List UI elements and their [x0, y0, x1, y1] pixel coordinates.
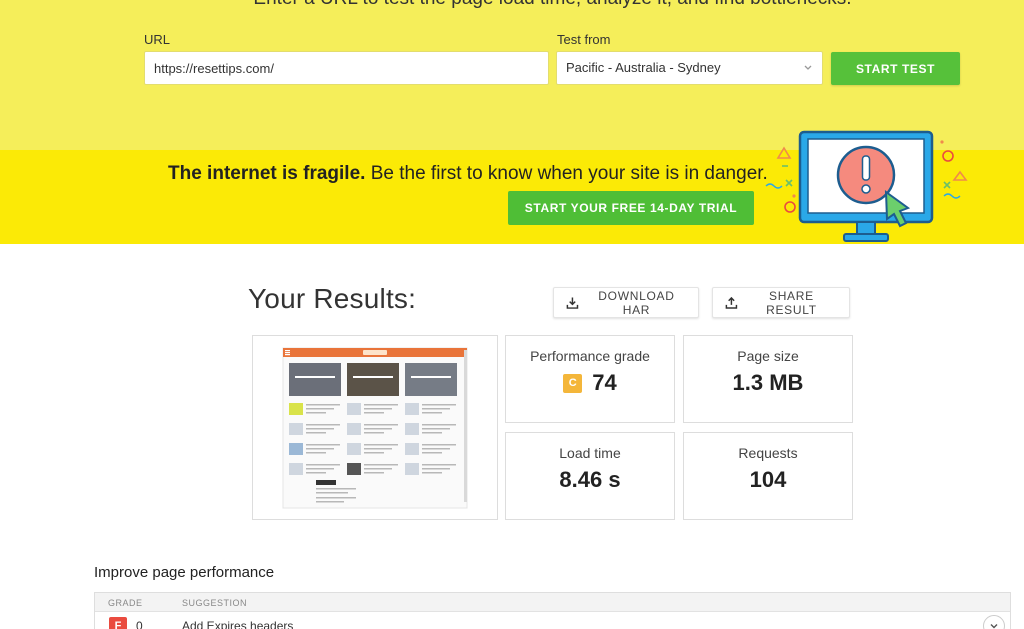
chevron-down-icon — [804, 65, 812, 70]
chevron-down-icon — [990, 624, 998, 629]
test-location-select[interactable]: Pacific - Australia - Sydney — [556, 51, 823, 85]
promo-text: The internet is fragile. Be the first to… — [168, 163, 768, 185]
download-har-button[interactable]: DOWNLOAD HAR — [553, 287, 699, 318]
load-time-label: Load time — [559, 445, 621, 461]
results-title: Your Results: — [248, 283, 417, 314]
performance-grade-label: Performance grade — [530, 348, 650, 364]
url-label: URL — [144, 32, 171, 47]
share-icon — [725, 296, 738, 309]
row-grade-badge: F — [109, 617, 127, 629]
requests-card: Requests 104 — [683, 432, 853, 520]
alert-monitor-illustration — [765, 130, 968, 242]
row-score: 0 — [136, 619, 143, 629]
share-result-button[interactable]: SHARE RESULT — [712, 287, 850, 318]
performance-score: 74 — [592, 370, 617, 395]
load-time-value: 8.46 s — [559, 467, 621, 492]
page-size-value: 1.3 MB — [732, 370, 804, 395]
start-test-button[interactable]: START TEST — [831, 52, 960, 85]
improve-section-title: Improve page performance — [94, 564, 275, 581]
table-header: GRADE SUGGESTION — [95, 593, 1010, 612]
download-har-label: DOWNLOAD HAR — [598, 288, 675, 317]
page-screenshot-thumbnail — [282, 347, 468, 509]
page-size-label: Page size — [737, 348, 799, 364]
suggestions-table: GRADE SUGGESTION F 0 Add Expires headers — [94, 592, 1011, 629]
download-icon — [566, 296, 579, 309]
url-input[interactable] — [144, 51, 549, 85]
page-screenshot-card — [252, 335, 498, 520]
requests-value: 104 — [749, 467, 787, 492]
requests-label: Requests — [738, 445, 798, 461]
test-location-value: Pacific - Australia - Sydney — [566, 60, 721, 75]
grade-column-header: GRADE — [108, 598, 143, 608]
grade-badge: C — [563, 373, 583, 393]
free-trial-button[interactable]: START YOUR FREE 14-DAY TRIAL — [508, 191, 754, 225]
load-time-card: Load time 8.46 s — [505, 432, 675, 520]
suggestion-column-header: SUGGESTION — [182, 598, 248, 608]
promo-bold-text: The internet is fragile. — [168, 163, 366, 184]
row-suggestion: Add Expires headers — [182, 619, 294, 629]
hero-tagline: Enter a URL to test the page load time, … — [0, 0, 1024, 10]
share-result-label: SHARE RESULT — [766, 288, 817, 317]
page-size-card: Page size 1.3 MB — [683, 335, 853, 423]
promo-body-text: Be the first to know when your site is i… — [365, 163, 768, 184]
test-from-label: Test from — [557, 32, 611, 47]
expand-row-button[interactable] — [983, 615, 1005, 629]
performance-grade-card: Performance grade C 74 — [505, 335, 675, 423]
table-row[interactable]: F 0 Add Expires headers — [95, 612, 1010, 629]
